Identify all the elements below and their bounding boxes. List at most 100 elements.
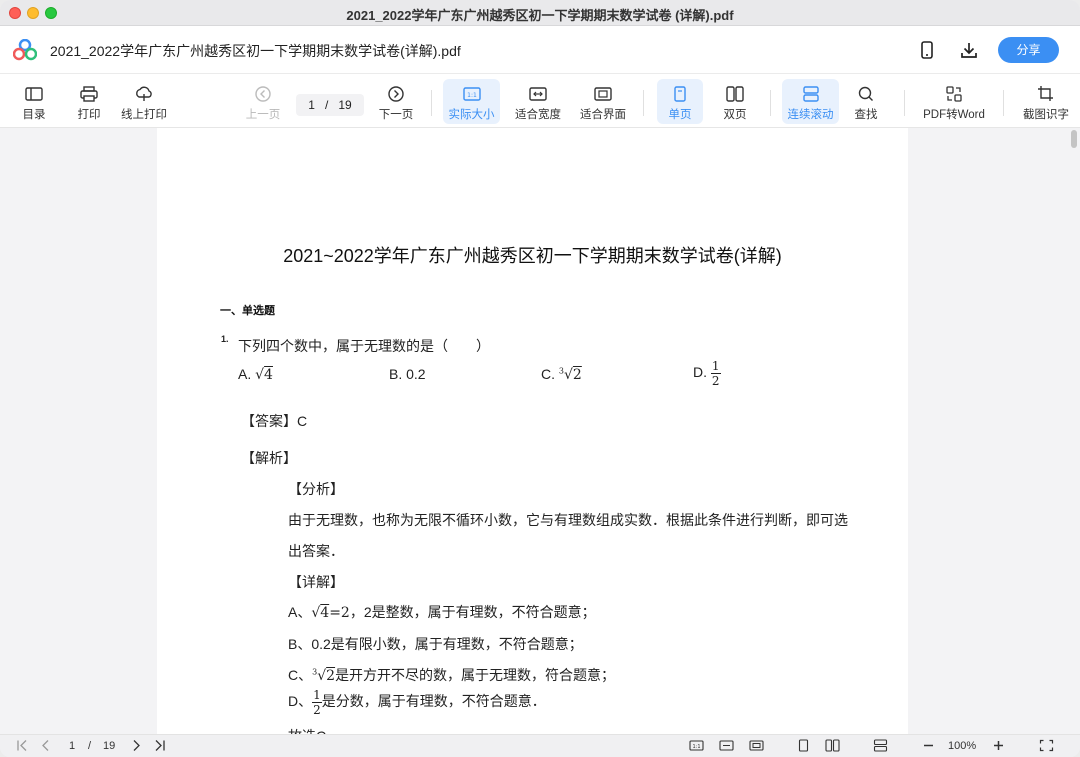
- find-label: 查找: [854, 109, 878, 121]
- actual-size-icon: 1:1: [462, 87, 481, 101]
- explain-a-prefix: A、: [288, 604, 312, 620]
- xiangjie-heading: 【详解】: [288, 574, 344, 590]
- fenxi-line-1: 由于无理数，也称为无限不循环小数，它与有理数组成实数．根据此条件进行判断，即可选: [288, 512, 848, 528]
- status-bar: 1 / 19 1:1 100%: [0, 734, 1080, 757]
- online-print-label: 线上打印: [121, 109, 167, 121]
- zoom-level: 100%: [948, 740, 977, 752]
- status-fit-page-button[interactable]: [749, 739, 764, 754]
- section-heading: 一、单选题: [220, 305, 275, 317]
- status-page-total: 19: [103, 740, 116, 752]
- conclusion-line: 故选C．: [288, 726, 340, 734]
- status-continuous-button[interactable]: [873, 739, 888, 754]
- question-number: 1.: [221, 334, 229, 344]
- find-button[interactable]: 查找: [846, 79, 886, 124]
- page-current: 1: [308, 98, 315, 112]
- last-page-button[interactable]: [152, 739, 167, 754]
- prev-page-small-button[interactable]: [38, 739, 53, 754]
- fit-page-icon: [594, 87, 612, 101]
- actual-size-small-icon: 1:1: [689, 740, 704, 751]
- vertical-scrollbar[interactable]: [1068, 128, 1080, 734]
- next-page-label: 下一页: [378, 109, 414, 121]
- explain-d-numerator: 1: [312, 688, 322, 703]
- chevron-right-circle-icon: [388, 86, 404, 102]
- single-page-button[interactable]: 单页: [657, 79, 703, 124]
- explain-c-radicand: 2: [326, 668, 336, 684]
- option-a-label: A.: [238, 366, 252, 382]
- prev-page-label: 上一页: [245, 109, 281, 121]
- option-a: A. √4: [238, 366, 273, 383]
- scrollbar-thumb[interactable]: [1071, 130, 1077, 148]
- print-button[interactable]: 打印: [69, 79, 109, 124]
- explain-d-text: 是分数，属于有理数，不符合题意．: [321, 693, 546, 710]
- prev-page-button[interactable]: 上一页: [242, 79, 284, 124]
- explain-c-math: 3√2: [312, 667, 336, 684]
- fit-width-icon: [529, 87, 547, 101]
- toolbar-divider: [770, 90, 771, 116]
- fit-page-label: 适合界面: [580, 109, 626, 121]
- page-number-input[interactable]: 1 / 19: [296, 94, 364, 116]
- next-page-small-button[interactable]: [129, 739, 144, 754]
- first-page-button[interactable]: [15, 739, 30, 754]
- zoom-in-button[interactable]: [991, 739, 1006, 754]
- toc-button[interactable]: 目录: [14, 79, 54, 124]
- cloud-print-icon: [136, 86, 152, 101]
- option-c-radicand: 2: [572, 367, 582, 383]
- option-a-math: √4: [255, 367, 273, 383]
- plus-icon: [994, 741, 1003, 750]
- status-single-page-button[interactable]: [796, 739, 811, 754]
- status-page-separator: /: [88, 740, 92, 752]
- mobile-phone-icon[interactable]: [917, 40, 937, 60]
- window-title: 2021_2022学年广东广州越秀区初一下学期期末数学试卷 (详解).pdf: [346, 8, 734, 23]
- title-bar: 2021_2022学年广东广州越秀区初一下学期期末数学试卷 (详解).pdf: [0, 0, 1080, 26]
- continuous-small-icon: [873, 739, 888, 752]
- share-button[interactable]: 分享: [998, 37, 1059, 63]
- minus-icon: [924, 744, 933, 747]
- status-fit-width-button[interactable]: [719, 739, 734, 754]
- document-name: 2021_2022学年广东广州越秀区初一下学期期末数学试卷(详解).pdf: [50, 43, 461, 59]
- fullscreen-icon: [1039, 739, 1054, 752]
- option-b: B. 0.2: [389, 366, 426, 382]
- explain-line-d: D、 1 2 是分数，属于有理数，不符合题意．: [288, 689, 546, 716]
- explain-a-math: √4=2: [311, 605, 350, 621]
- document-title: 2021~2022学年广东广州越秀区初一下学期期末数学试卷(详解): [283, 246, 782, 266]
- actual-size-button[interactable]: 1:1 实际大小: [443, 79, 500, 124]
- online-print-button[interactable]: 线上打印: [118, 79, 170, 124]
- fullscreen-button[interactable]: [1039, 739, 1054, 754]
- last-page-icon: [155, 740, 165, 751]
- zoom-out-button[interactable]: [921, 739, 936, 754]
- explain-line-c: C、3√2是开方开不尽的数，属于无理数，符合题意；: [288, 665, 615, 685]
- printer-icon: [80, 86, 98, 102]
- document-viewport[interactable]: 2021~2022学年广东广州越秀区初一下学期期末数学试卷(详解) 一、单选题 …: [0, 128, 1080, 734]
- fit-page-small-icon: [749, 740, 764, 751]
- search-icon: [858, 86, 873, 101]
- first-page-icon: [17, 740, 27, 751]
- option-d-numerator: 1: [710, 359, 721, 374]
- next-page-button[interactable]: 下一页: [374, 79, 418, 124]
- page-total: 19: [338, 98, 352, 112]
- double-page-button[interactable]: 双页: [713, 79, 757, 124]
- page-separator: /: [324, 98, 329, 112]
- toolbar-divider: [1003, 90, 1004, 116]
- explain-line-a: A、√4=2，2是整数，属于有理数，不符合题意；: [288, 602, 596, 622]
- status-actual-size-button[interactable]: 1:1: [689, 739, 704, 754]
- option-d-fraction: 12: [710, 359, 721, 387]
- fit-page-button[interactable]: 适合界面: [577, 79, 629, 124]
- convert-icon: [946, 86, 962, 102]
- crop-icon: [1038, 86, 1053, 101]
- ocr-button[interactable]: 截图识字: [1018, 79, 1074, 124]
- continuous-scroll-label: 连续滚动: [787, 109, 834, 121]
- pdf-to-word-button[interactable]: PDF转Word: [918, 79, 990, 124]
- status-double-page-button[interactable]: [825, 739, 840, 754]
- app-logo-icon: [13, 39, 37, 61]
- print-label: 打印: [77, 109, 101, 121]
- download-icon[interactable]: [959, 40, 979, 60]
- status-page-current[interactable]: 1: [69, 740, 75, 752]
- toolbar-divider: [431, 90, 432, 116]
- document-header: 2021_2022学年广东广州越秀区初一下学期期末数学试卷(详解).pdf 分享: [0, 26, 1080, 74]
- explain-d-fraction: 12: [312, 689, 322, 716]
- continuous-scroll-button[interactable]: 连续滚动: [782, 79, 839, 124]
- option-d: D. 12: [693, 360, 721, 387]
- explain-line-b: B、0.2是有限小数，属于有理数，不符合题意；: [288, 636, 583, 652]
- explain-c-text: 是开方开不尽的数，属于无理数，符合题意；: [335, 667, 616, 683]
- fit-width-button[interactable]: 适合宽度: [512, 79, 564, 124]
